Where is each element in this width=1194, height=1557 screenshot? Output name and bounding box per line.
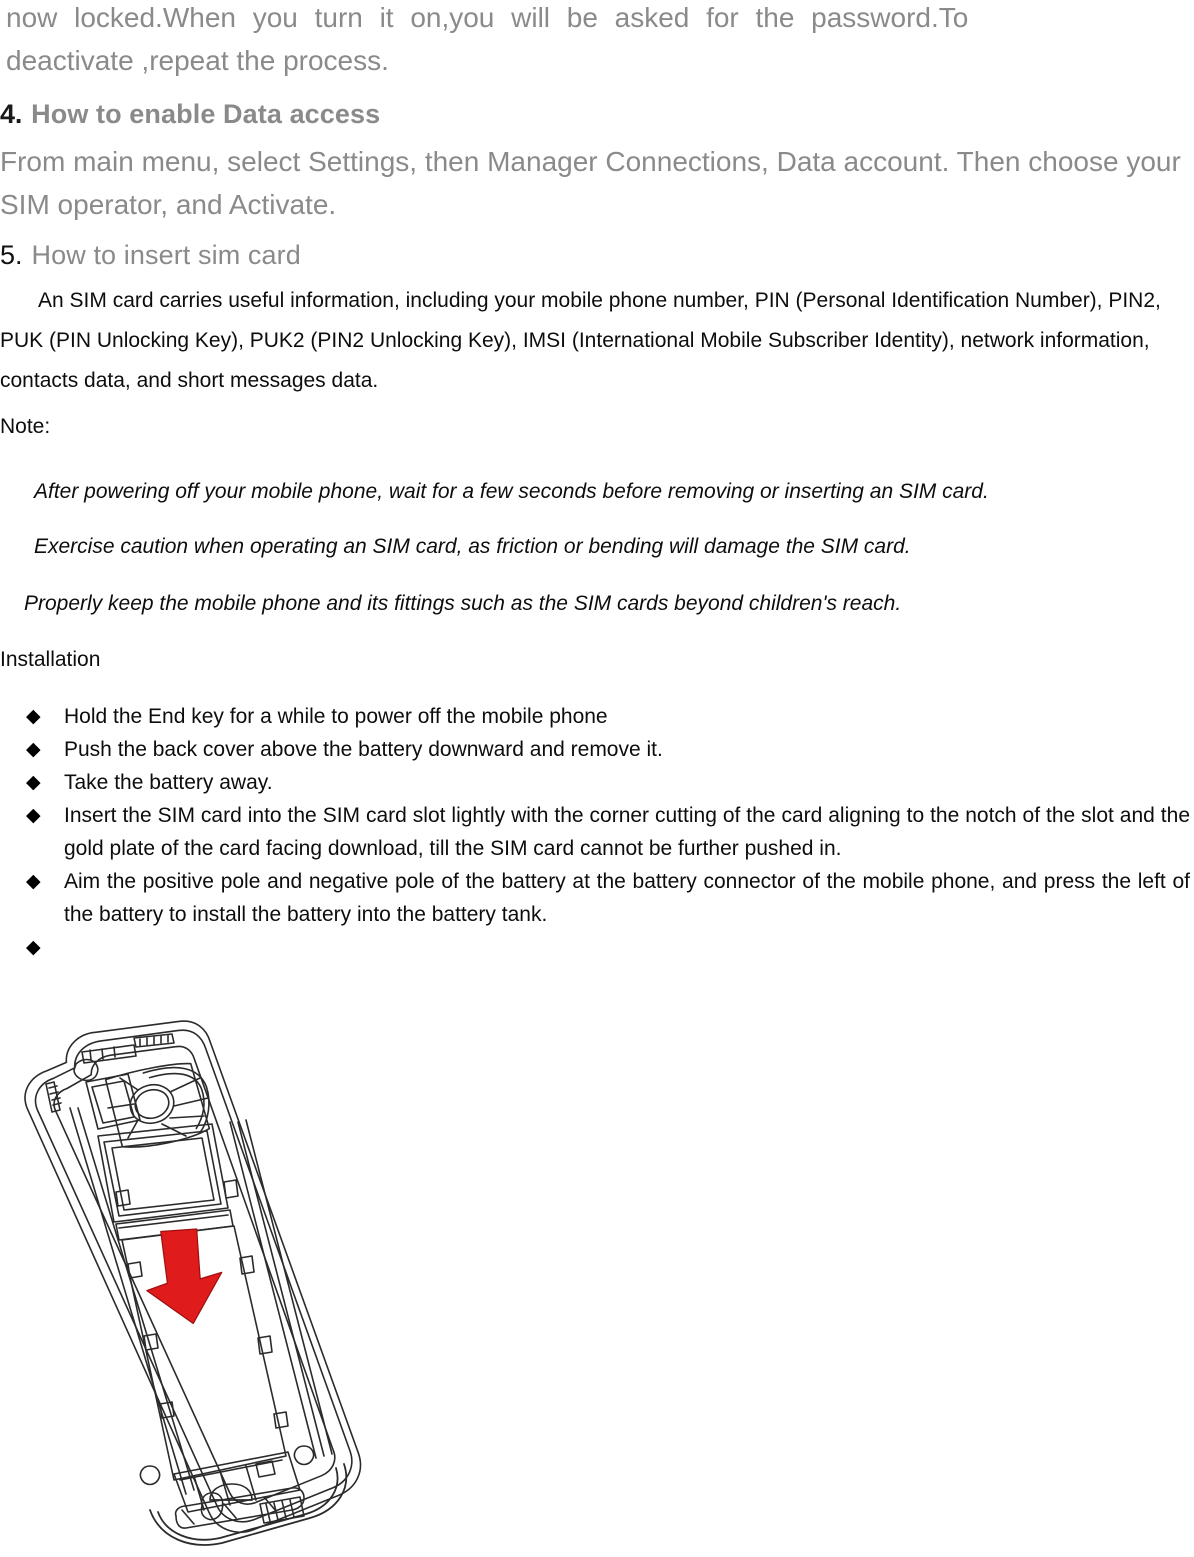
- section-heading-5: 5. How to insert sim card: [0, 240, 301, 271]
- installation-label: Installation: [0, 648, 101, 671]
- diamond-bullet-icon: ◆: [26, 706, 41, 727]
- section-number-5: 5.: [0, 240, 23, 270]
- list-item-text: Push the back cover above the battery do…: [64, 738, 663, 761]
- section-heading-4: 4. How to enable Data access: [0, 99, 380, 130]
- list-item: ◆ Insert the SIM card into the SIM card …: [0, 799, 1194, 865]
- note-item-1: After powering off your mobile phone, wa…: [34, 480, 989, 503]
- note-label: Note:: [0, 415, 51, 438]
- section-body-5: An SIM card carries useful information, …: [0, 289, 1161, 392]
- note-item-2: Exercise caution when operating an SIM c…: [34, 535, 911, 558]
- diamond-bullet-icon: ◆: [26, 871, 41, 892]
- note-item-3: Properly keep the mobile phone and its f…: [24, 592, 902, 615]
- list-item: ◆ Take the battery away.: [0, 766, 1194, 799]
- list-item: ◆ Push the back cover above the battery …: [0, 733, 1194, 766]
- section-number-4: 4.: [0, 99, 23, 129]
- diamond-bullet-icon: ◆: [26, 739, 41, 760]
- phone-battery-compartment-diagram: [24, 1012, 444, 1557]
- list-item-text: Hold the End key for a while to power of…: [64, 705, 608, 728]
- list-item-text: Take the battery away.: [64, 771, 273, 794]
- continuation-line-1: now locked.When you turn it on,you will …: [6, 2, 969, 33]
- diamond-bullet-icon: ◆: [26, 772, 41, 793]
- diamond-bullet-icon: ◆: [26, 805, 41, 826]
- continuation-paragraph: now locked.When you turn it on,you will …: [6, 0, 1192, 82]
- diamond-bullet-icon: ◆: [26, 937, 41, 958]
- section-title-5: How to insert sim card: [31, 240, 301, 270]
- list-item-text: Aim the positive pole and negative pole …: [64, 870, 1190, 926]
- list-item: ◆ Aim the positive pole and negative pol…: [0, 865, 1194, 931]
- downward-arrow-icon: [146, 1228, 223, 1325]
- list-item: ◆ Hold the End key for a while to power …: [0, 700, 1194, 733]
- installation-steps-list: ◆ Hold the End key for a while to power …: [0, 700, 1194, 964]
- list-item-text: Insert the SIM card into the SIM card sl…: [64, 804, 1190, 860]
- document-page: now locked.When you turn it on,you will …: [0, 0, 1194, 1552]
- section-body-4: From main menu, select Settings, then Ma…: [0, 146, 1181, 220]
- continuation-line-2: deactivate ,repeat the process.: [6, 45, 389, 76]
- section-title-4: How to enable Data access: [31, 99, 381, 129]
- list-item: ◆: [0, 931, 1194, 964]
